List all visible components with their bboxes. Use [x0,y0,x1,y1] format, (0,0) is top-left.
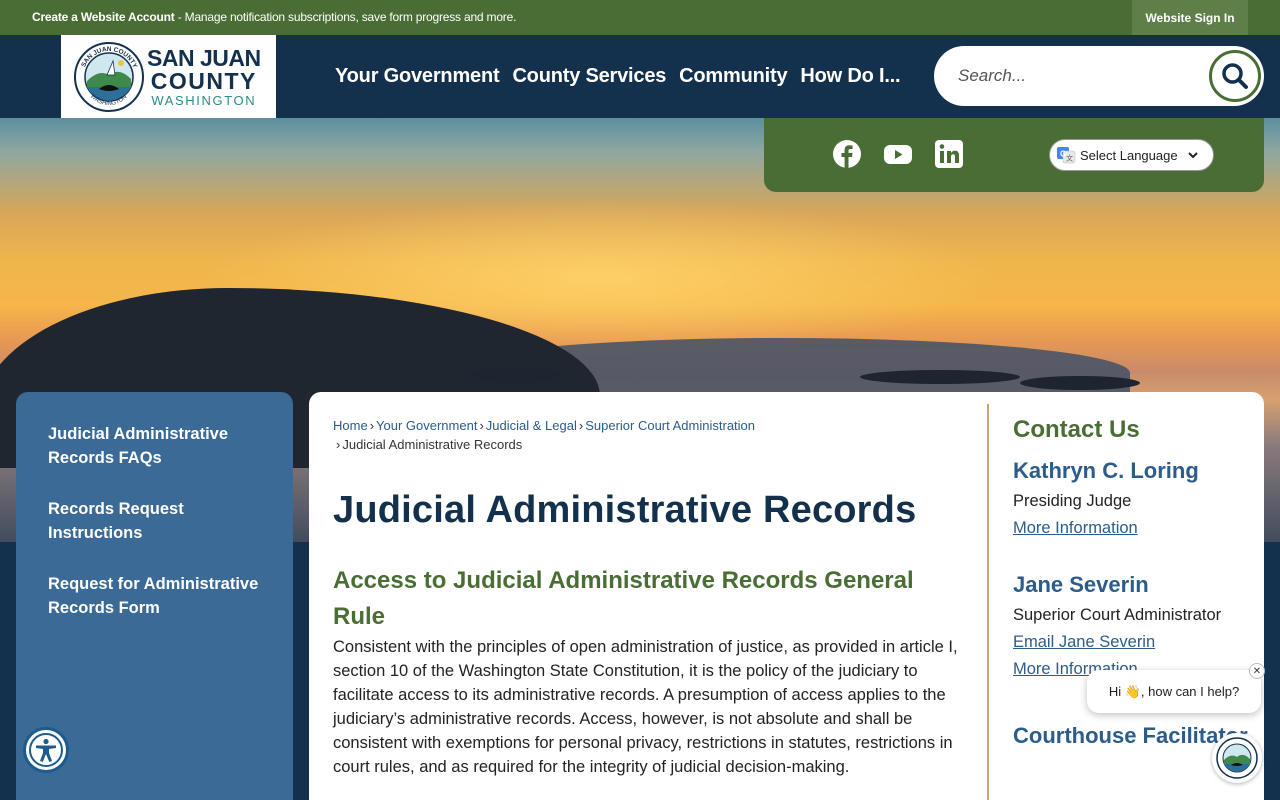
breadcrumb-your-government[interactable]: Your Government [376,418,477,433]
sidebar-item-request-form[interactable]: Request for Administrative Records Form [48,572,261,620]
search-input[interactable] [958,61,1198,91]
nav-how-do-i[interactable]: How Do I... [800,65,900,88]
svg-text:文: 文 [1066,154,1073,163]
breadcrumb: Home › Your Government › Judicial & Legal › Su… [333,416,793,454]
account-promo: Create a Website Account - Manage notifi… [32,10,516,24]
accessibility-icon [29,733,63,767]
column-divider [987,404,989,800]
breadcrumb-separator: › [578,418,584,433]
nav-county-services[interactable]: County Services [512,65,666,88]
accessibility-button[interactable] [23,727,69,773]
contact-card: Kathryn C. Loring Presiding Judge More I… [1013,458,1253,538]
account-promo-text: - Manage notification subscriptions, sav… [174,10,517,24]
hero-island [860,370,1020,384]
body-paragraph: Consistent with the principles of open a… [333,638,958,776]
logo-line-1: SAN JUAN [147,44,261,71]
contact-role: Presiding Judge [1013,492,1132,510]
site-header: SAN JUAN COUNTY WASHINGTON SAN JUAN COUN… [0,35,1280,118]
google-translate-icon: G 文 [1057,147,1076,164]
website-sign-in-button[interactable]: Website Sign In [1132,0,1248,35]
language-selector[interactable]: G 文 Select Language [1049,139,1214,171]
logo-wordmark: SAN JUAN COUNTY WASHINGTON [147,44,261,108]
main-content: Home › Your Government › Judicial & Legal › Su… [309,392,1264,800]
more-information-link[interactable]: More Information [1013,519,1253,538]
email-link[interactable]: Email Jane Severin [1013,633,1253,652]
top-utility-bar: Create a Website Account - Manage notifi… [0,0,1280,35]
hero-island [1020,376,1140,390]
contact-card: Jane Severin Superior Court Administrato… [1013,572,1253,679]
search-box [934,46,1264,106]
logo-line-2: COUNTY [150,67,257,94]
create-account-link[interactable]: Create a Website Account [32,10,175,24]
county-seal-icon [1216,737,1258,779]
breadcrumb-superior-court-admin[interactable]: Superior Court Administration [585,418,755,433]
main-nav: Your Government County Services Communit… [335,35,901,118]
facebook-icon[interactable] [832,139,862,169]
youtube-icon[interactable] [883,139,913,169]
breadcrumb-separator: › [369,418,375,433]
language-label: Select Language [1080,147,1178,163]
contact-role: Superior Court Administrator [1013,606,1222,624]
breadcrumb-separator: › [479,418,484,433]
contact-heading: Contact Us [1013,416,1140,443]
linkedin-icon[interactable] [934,139,964,169]
search-icon [1222,63,1248,89]
section-heading: Access to Judicial Administrative Record… [333,567,914,630]
nav-your-government[interactable]: Your Government [335,65,500,88]
breadcrumb-home[interactable]: Home [333,418,368,433]
county-seal-icon: SAN JUAN COUNTY WASHINGTON [74,41,144,112]
chat-greeting-bubble[interactable]: Hi 👋, how can I help? [1087,670,1261,713]
search-button[interactable] [1209,50,1261,102]
sidebar-item-records-faqs[interactable]: Judicial Administrative Records FAQs [48,422,261,470]
chevron-down-icon [1187,152,1198,159]
contact-name: Kathryn C. Loring [1013,458,1199,483]
breadcrumb-current: Judicial Administrative Records [342,437,523,452]
county-logo[interactable]: SAN JUAN COUNTY WASHINGTON SAN JUAN COUN… [61,35,276,118]
chat-launcher-button[interactable] [1212,733,1262,783]
logo-line-3: WASHINGTON [151,92,257,108]
breadcrumb-judicial-legal[interactable]: Judicial & Legal [486,418,577,433]
nav-community[interactable]: Community [679,65,787,88]
sidebar-item-request-instructions[interactable]: Records Request Instructions [48,497,261,545]
page-title: Judicial Administrative Records [333,489,917,531]
breadcrumb-separator: › [336,437,341,452]
chat-close-button[interactable]: ✕ [1249,663,1265,679]
hero-island [470,368,560,382]
social-panel: G 文 Select Language [764,118,1264,192]
contact-name: Jane Severin [1013,572,1149,597]
